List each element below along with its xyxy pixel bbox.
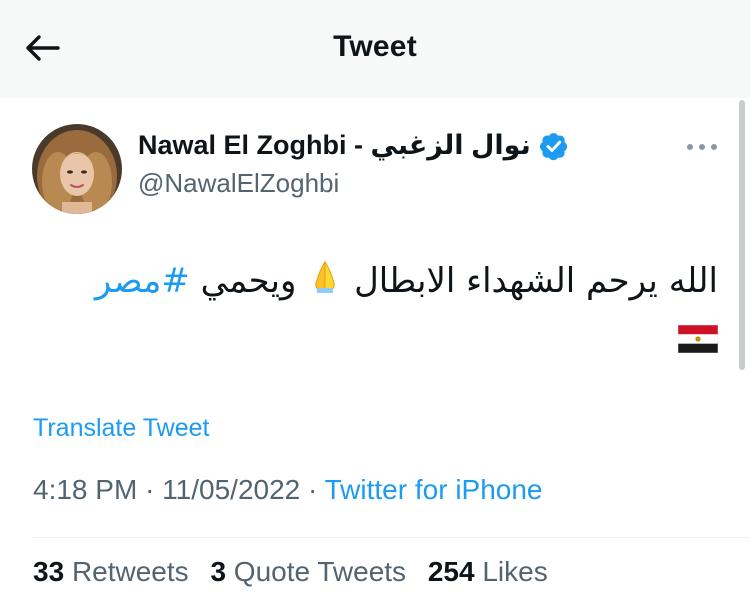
translate-tweet-link[interactable]: Translate Tweet (33, 414, 209, 443)
author-name-row[interactable]: Nawal El Zoghbi - نوال الزغبي (138, 130, 569, 161)
folded-hands-emoji (307, 254, 343, 312)
tweet-meta: 4:18 PM · 11/05/2022 · Twitter for iPhon… (33, 474, 543, 506)
tweet-text-line1: الله يرحم الشهداء الابطال (354, 261, 718, 301)
verified-badge-icon (539, 131, 569, 161)
tweet-text: الله يرحم الشهداء الابطال ويحمي #مصر (30, 252, 719, 371)
divider (32, 537, 750, 538)
more-options-button[interactable] (682, 134, 722, 160)
likes-stat[interactable]: 254 Likes (428, 556, 548, 587)
egypt-flag-emoji (677, 313, 719, 371)
scrollbar[interactable] (739, 100, 745, 370)
avatar[interactable] (32, 124, 122, 214)
quotes-count: 3 (210, 556, 227, 587)
tweet-time[interactable]: 4:18 PM (33, 474, 137, 505)
quote-tweets-stat[interactable]: 3 Quote Tweets (210, 556, 406, 587)
meta-separator: · (308, 474, 318, 505)
retweets-stat[interactable]: 33 Retweets (33, 556, 189, 587)
tweet-text-protect: ويحمي (200, 261, 297, 301)
meta-separator: · (145, 474, 155, 505)
page-title: Tweet (333, 30, 417, 63)
engagement-stats: 33 Retweets 3 Quote Tweets 254 Likes (33, 556, 562, 588)
retweets-label: Retweets (71, 556, 189, 587)
likes-label: Likes (482, 556, 548, 587)
tweet-source-link[interactable]: Twitter for iPhone (325, 474, 543, 505)
retweets-count: 33 (33, 556, 65, 587)
more-options-icon (687, 144, 717, 150)
likes-count: 254 (427, 556, 475, 587)
author-handle[interactable]: @NawalElZoghbi (138, 168, 339, 199)
hashtag-link[interactable]: #مصر (95, 261, 190, 301)
author-display-name[interactable]: Nawal El Zoghbi - نوال الزغبي (138, 130, 531, 161)
top-bar: Tweet (0, 0, 750, 98)
tweet-date[interactable]: 11/05/2022 (162, 474, 300, 505)
quotes-label: Quote Tweets (233, 556, 407, 587)
